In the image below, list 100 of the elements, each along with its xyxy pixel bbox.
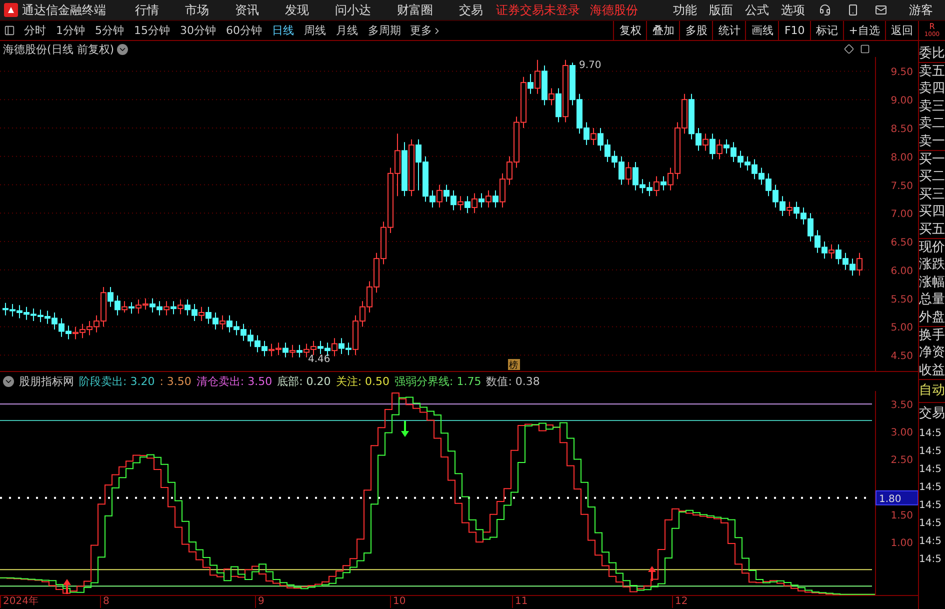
menu-item[interactable]: 问小达 [335, 2, 371, 18]
dropdown-icon[interactable] [117, 44, 128, 54]
period-tab[interactable]: 60分钟 [221, 23, 267, 38]
date-axis-label: 2024年 [0, 596, 38, 608]
candlestick [290, 344, 296, 358]
period-tab[interactable]: 多周期 [363, 23, 406, 38]
menu-item[interactable]: 选项 [781, 2, 805, 18]
period-tab[interactable]: 5分钟 [90, 23, 129, 38]
price-axis-label: 5.00 [890, 322, 913, 334]
quote-label: 外盘 [919, 308, 945, 326]
indicator-reading: 数值: 0.38 [486, 374, 540, 389]
indicator-axis-label: 3.00 [890, 428, 913, 439]
phone-icon[interactable] [847, 4, 859, 16]
date-axis-label: 10 [390, 596, 406, 608]
up-arrow-icon [648, 566, 656, 581]
trade-time: 14:5 [919, 427, 942, 442]
candlestick [332, 338, 338, 357]
headset-icon[interactable] [819, 4, 831, 16]
period-tab[interactable]: 日线 [267, 23, 299, 38]
quote-label: 卖二 [919, 115, 945, 133]
period-tab[interactable]: 分时 [19, 23, 51, 38]
down-arrow-icon [401, 421, 409, 437]
quote-label: 委比 [919, 45, 945, 63]
trade-time: 14:5 [919, 481, 942, 496]
candlestick [626, 162, 632, 186]
menu-item[interactable]: 发现 [285, 2, 309, 18]
price-axis-label: 6.50 [890, 238, 913, 249]
menu-item[interactable]: 行情 [135, 2, 159, 18]
up-arrow-icon [63, 579, 71, 594]
period-tab[interactable]: 月线 [331, 23, 363, 38]
indicator-axis-label: 2.50 [890, 455, 913, 466]
candlestick [590, 127, 596, 146]
sidebar-toggle-icon[interactable] [4, 25, 15, 36]
rank-badge[interactable]: 榜 [508, 359, 520, 371]
candlestick [472, 192, 478, 214]
quote-label: 涨幅 [919, 274, 945, 292]
price-axis-label: 9.50 [890, 67, 913, 78]
menu-item[interactable]: 市场 [185, 2, 209, 18]
dropdown-icon[interactable] [3, 376, 14, 387]
quote-label: 买三 [919, 186, 945, 204]
status-notice: 证券交易未登录 [496, 2, 580, 18]
candlestick [702, 133, 708, 152]
trade-time: 14:5 [919, 553, 942, 568]
quote-label: 买一 [919, 150, 945, 168]
indicator-axis-label: 3.50 [890, 400, 913, 411]
period-tab[interactable]: 周线 [299, 23, 331, 38]
status-notice: 海德股份 [590, 2, 638, 18]
app-logo-icon [4, 3, 18, 17]
indicator-axis-label: 1.00 [890, 538, 913, 549]
period-tab[interactable]: 1分钟 [51, 23, 90, 38]
high-price-label: 9.70 [579, 60, 602, 71]
candlestick [534, 59, 540, 94]
price-axis-label: 6.00 [890, 266, 913, 277]
quote-label: 卖一 [919, 132, 945, 151]
candlestick [716, 138, 722, 160]
menu-item[interactable]: 公式 [745, 2, 769, 18]
candlestick [786, 201, 792, 216]
candlestick [828, 244, 834, 260]
quote-label: 买五 [919, 220, 945, 239]
candlestick [654, 176, 660, 197]
square-icon[interactable] [860, 44, 870, 54]
menu-item[interactable]: 财富圈 [397, 2, 433, 18]
menu-item[interactable]: 功能 [673, 2, 697, 18]
indicator-reading: : 3.50 [160, 375, 192, 388]
quote-label: 卖四 [919, 80, 945, 98]
indicator-axis-label: 1.50 [890, 510, 913, 522]
candlestick [486, 190, 492, 208]
price-axis-label: 4.50 [890, 351, 913, 362]
candlestick [178, 298, 184, 315]
quote-label: 收益 [919, 362, 945, 380]
price-axis-label: 8.00 [890, 152, 913, 164]
quote-label: 净资 [919, 344, 945, 362]
candlestick [220, 314, 226, 330]
current-value-label: 1.80 [879, 494, 902, 505]
period-tab[interactable]: 30分钟 [175, 23, 221, 38]
menu-item[interactable]: 交易 [459, 2, 483, 18]
chart-title: 海德股份(日线 前复权) [3, 42, 114, 56]
trade-label[interactable]: 交易 [919, 402, 945, 426]
diamond-icon[interactable] [844, 44, 854, 54]
candlestick [556, 88, 562, 123]
candlestick [528, 74, 534, 94]
candlestick [856, 252, 862, 276]
period-tab[interactable]: 15分钟 [129, 23, 175, 38]
quote-label: 涨跌 [919, 256, 945, 274]
indicator-reading: 强弱分界线: 1.75 [394, 374, 482, 389]
candlestick [458, 196, 464, 211]
candlestick [170, 300, 176, 315]
candlestick [164, 300, 170, 316]
candlestick [660, 176, 666, 191]
menu-item[interactable]: 资讯 [235, 2, 259, 18]
trade-label[interactable]: 自动 [919, 379, 945, 402]
more-button[interactable]: 更多 [406, 23, 446, 38]
quote-label: 总量 [919, 291, 945, 309]
trade-time: 14:5 [919, 499, 942, 514]
low-price-label: 4.46 [308, 354, 330, 365]
mail-icon[interactable] [875, 4, 887, 16]
menu-item[interactable]: 版面 [709, 2, 733, 18]
price-axis-label: 9.00 [890, 96, 913, 107]
user-label[interactable]: 游客 [909, 2, 933, 18]
candlestick [198, 306, 204, 322]
